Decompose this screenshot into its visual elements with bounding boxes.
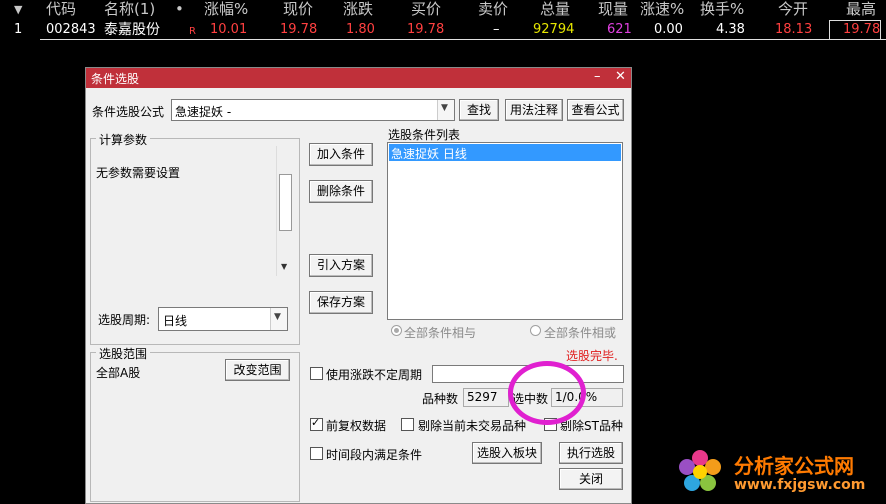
col-header-code[interactable]: 代码 [46,0,76,18]
row-index: 1 [14,22,23,37]
stock-row-underline [40,20,886,40]
col-header-open[interactable]: 今开 [778,0,808,18]
row-price: 19.78 [280,22,318,37]
row-speed: 0.00 [654,22,683,37]
use-uncertain-checkbox[interactable] [310,367,323,380]
scroll-down-icon[interactable]: ▼ [281,262,287,271]
variety-box: 5297 [463,388,509,407]
time-range-checkbox[interactable] [310,447,323,460]
variety-value: 5297 [467,390,498,404]
row-high: 19.78 [843,22,881,37]
formula-label: 条件选股公式 [92,105,165,119]
cond-list-item[interactable]: 急速捉妖 日线 [389,144,621,161]
period-select[interactable]: 日线 ▼ [158,307,288,331]
time-range-label: 时间段内满足条件 [326,448,423,462]
close-icon[interactable]: ✕ [615,69,626,84]
period-dropdown-button[interactable]: ▼ [270,308,287,330]
radio-or[interactable] [530,325,541,336]
stock-screener-dialog: 条件选股 – ✕ 条件选股公式 急速捉妖 - ▼ 查找 用法注释 查看公式 计算… [85,67,632,504]
chevron-down-icon: ▼ [441,103,448,113]
status-text: 选股完毕. [566,349,618,363]
chevron-down-icon: ▼ [274,312,281,322]
collapse-arrow-icon[interactable]: ▼ [14,1,22,19]
col-header-ask[interactable]: 卖价 [478,0,508,18]
minimize-icon[interactable]: – [594,69,601,84]
cond-list-label: 选股条件列表 [388,128,461,142]
exclude-suspended-label: 剔除当前未交易品种 [418,419,527,433]
watermark-url: www.fxjgsw.com [734,477,866,493]
col-header-change-pct[interactable]: 涨幅% [204,0,248,18]
annotation-circle [508,361,586,425]
watermark-text: 分析家公式网 [734,454,854,478]
radio-and[interactable] [391,325,402,336]
usage-notes-button[interactable]: 用法注释 [505,99,563,121]
view-formula-button[interactable]: 查看公式 [567,99,624,121]
radio-dot-icon [394,328,399,333]
col-header-bid[interactable]: 买价 [411,0,441,18]
exclude-st-label: 剔除ST品种 [560,419,623,433]
col-header-price[interactable]: 现价 [283,0,313,18]
period-label: 选股周期: [98,313,151,327]
scrollbar-thumb[interactable] [279,174,292,231]
radio-or-label: 全部条件相或 [544,326,617,340]
formula-select[interactable]: 急速捉妖 - ▼ [171,99,455,121]
radio-and-label: 全部条件相与 [404,326,477,340]
period-value: 日线 [163,314,188,328]
row-change: 1.80 [346,22,375,37]
checkmark-icon: ✓ [311,416,321,429]
change-range-button[interactable]: 改变范围 [225,359,290,381]
cond-list[interactable]: 急速捉妖 日线 [387,142,623,320]
flower-logo-icon [679,450,721,491]
params-text: 无参数需要设置 [96,166,181,180]
range-value: 全部A股 [96,366,141,380]
row-code: 002843 [46,22,96,37]
row-ask: – [493,22,500,37]
col-header-volume[interactable]: 总量 [540,0,570,18]
find-button[interactable]: 查找 [459,99,499,121]
col-header-speed[interactable]: 涨速% [640,0,684,18]
row-volume: 92794 [533,22,575,37]
cond-list-item-label: 急速捉妖 日线 [391,147,467,161]
dialog-title: 条件选股 [91,72,140,86]
row-cur-volume: 621 [607,22,632,37]
row-turnover: 4.38 [716,22,745,37]
formula-dropdown-button[interactable]: ▼ [437,100,454,120]
close-button[interactable]: 关闭 [559,468,623,490]
col-header-turnover[interactable]: 换手% [700,0,744,18]
formula-value: 急速捉妖 - [175,105,232,119]
row-bid: 19.78 [407,22,445,37]
col-header-change[interactable]: 涨跌 [343,0,373,18]
exclude-suspended-checkbox[interactable] [401,418,414,431]
save-plan-button[interactable]: 保存方案 [309,291,373,314]
col-header-name[interactable]: 名称(1) [104,0,155,18]
col-header-cur-volume[interactable]: 现量 [598,0,628,18]
col-header-high[interactable]: 最高 [846,0,876,18]
add-condition-button[interactable]: 加入条件 [309,143,373,166]
dialog-titlebar[interactable]: 条件选股 – ✕ [86,68,631,88]
params-group-label: 计算参数 [96,131,151,148]
use-uncertain-label: 使用涨跌不定周期 [326,368,423,382]
margin-flag-badge: R [189,26,196,37]
delete-condition-button[interactable]: 删除条件 [309,180,373,203]
select-to-block-button[interactable]: 选股入板块 [472,442,542,464]
adjust-label: 前复权数据 [326,419,387,433]
range-group-label: 选股范围 [96,345,151,362]
params-scrollbar[interactable]: ▼ [276,146,293,276]
row-open: 18.13 [775,22,813,37]
adjust-checkbox[interactable]: ✓ [310,416,323,431]
col-header-dot: • [175,0,184,18]
run-select-button[interactable]: 执行选股 [559,442,623,464]
watermark: 分析家公式网 www.fxjgsw.com [676,443,886,502]
row-name: 泰嘉股份 [104,22,160,38]
row-change-pct: 10.01 [210,22,248,37]
variety-label: 品种数 [422,392,459,406]
import-plan-button[interactable]: 引入方案 [309,254,373,277]
